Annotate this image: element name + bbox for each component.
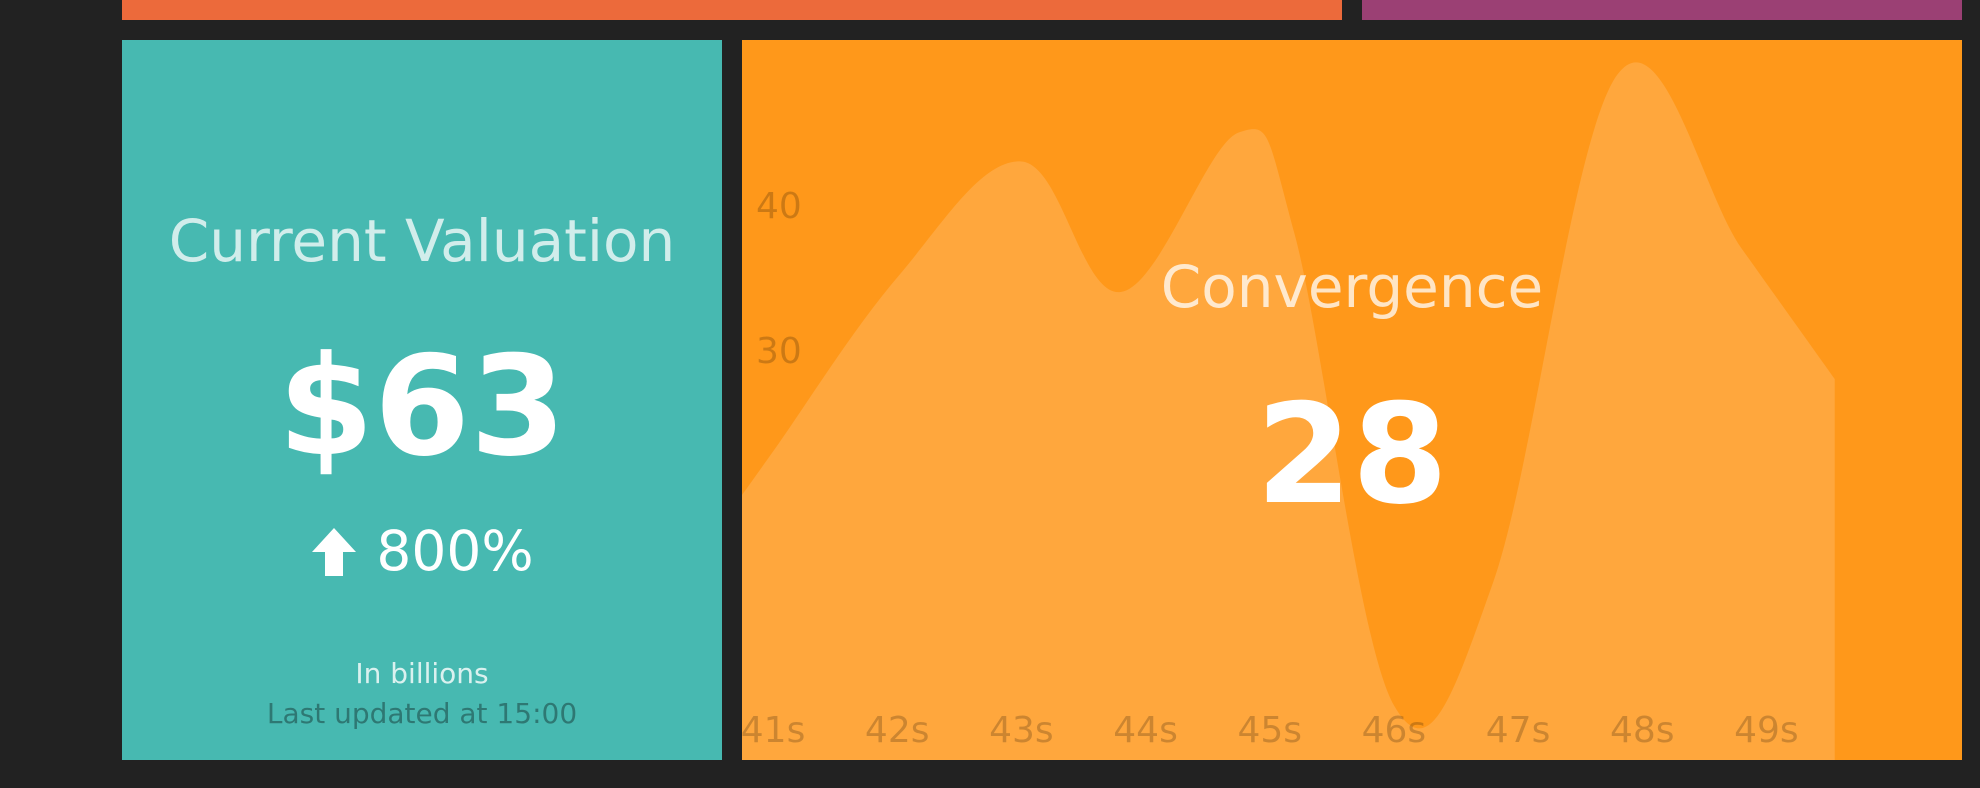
convergence-graph-widget: 10203040 41s42s43s44s45s46s47s48s49s Con… <box>742 40 1962 760</box>
x-tick-label: 41s <box>742 710 805 751</box>
updated-at: Last updated at 15:00 <box>266 697 578 730</box>
x-tick-label: 42s <box>865 710 930 751</box>
top-widget-strip-right <box>1362 0 1962 20</box>
y-tick-label: 40 <box>756 186 802 227</box>
more-info: In billions <box>355 657 489 690</box>
x-tick-label: 44s <box>1113 710 1178 751</box>
x-tick-label: 46s <box>1362 710 1427 751</box>
change-percent: 800% <box>376 519 534 583</box>
x-tick-label: 43s <box>989 710 1054 751</box>
graph-title: Convergence <box>1160 253 1544 321</box>
valuation-change: 800% <box>122 524 722 579</box>
y-tick-label: 30 <box>756 331 802 372</box>
x-tick-label: 48s <box>1610 710 1675 751</box>
x-tick-label: 49s <box>1734 710 1799 751</box>
x-tick-label: 47s <box>1486 710 1551 751</box>
x-tick-label: 45s <box>1237 710 1302 751</box>
graph-value: 28 <box>1255 374 1449 535</box>
valuation-value: $63 <box>277 326 567 487</box>
arrow-up-icon <box>310 526 358 578</box>
valuation-title: Current Valuation <box>168 207 676 275</box>
valuation-widget: Current Valuation $63 800% In billions L… <box>122 40 722 760</box>
top-widget-strip-left <box>122 0 1342 20</box>
